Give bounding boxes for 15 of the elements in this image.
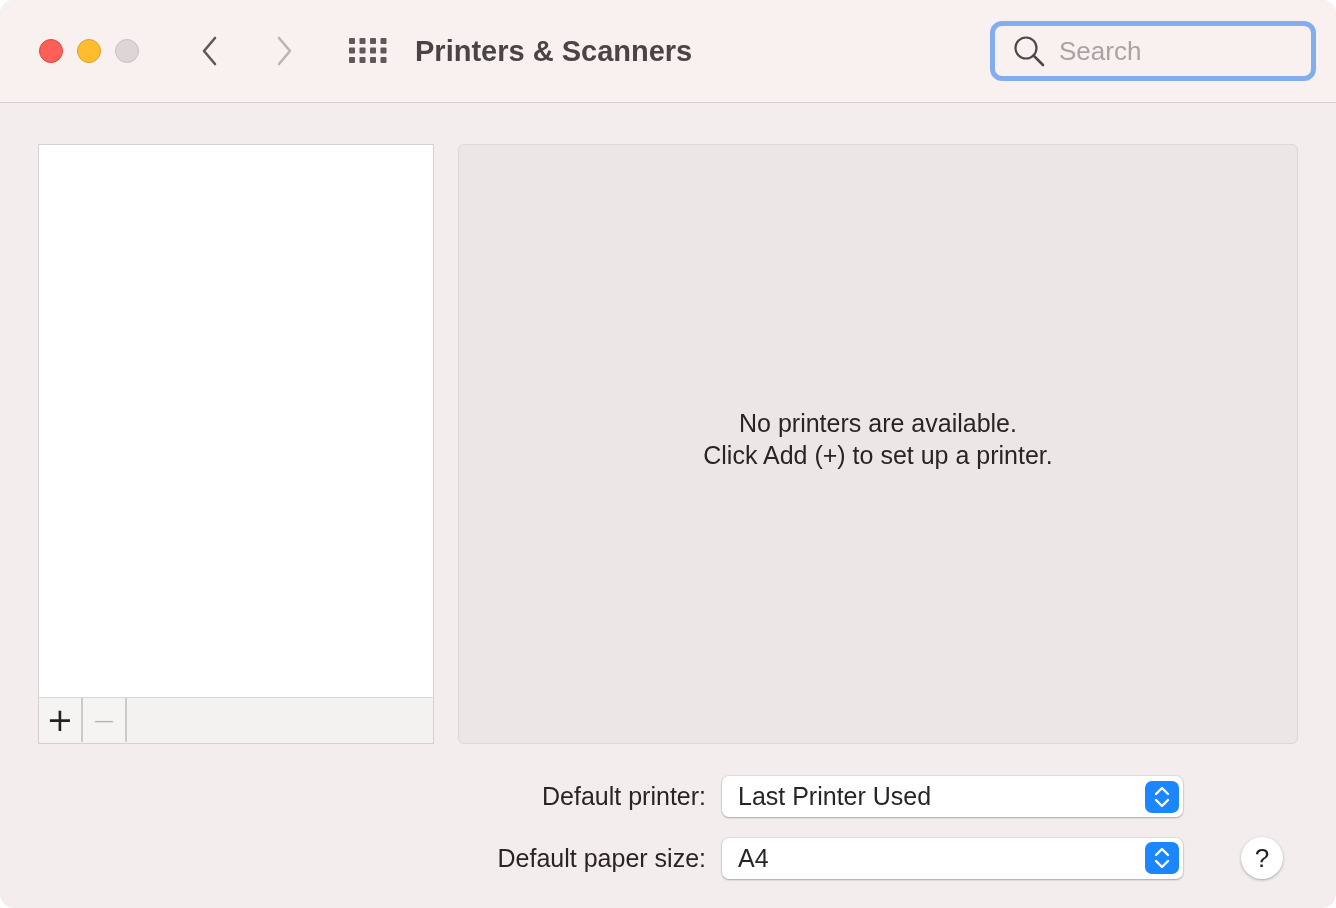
help-button[interactable]: ? (1241, 837, 1283, 879)
close-button[interactable] (39, 39, 63, 63)
empty-message: No printers are available. (739, 408, 1017, 439)
stepper-icon (1145, 842, 1179, 874)
search-field[interactable]: Search (990, 21, 1316, 81)
setting-label: Default paper size: (496, 843, 707, 873)
grid-icon[interactable] (349, 38, 387, 64)
minimize-button[interactable] (77, 39, 101, 63)
empty-message: Click Add (+) to set up a printer. (703, 440, 1053, 471)
stepper-icon (1145, 780, 1179, 813)
setting-label: Default printer: (541, 782, 707, 811)
window-title: Printers & Scanners (415, 34, 693, 68)
search-icon (1012, 34, 1046, 68)
popup-menu[interactable]: Last Printer Used (722, 776, 1183, 817)
popup-menu[interactable]: A4 (722, 837, 1183, 879)
